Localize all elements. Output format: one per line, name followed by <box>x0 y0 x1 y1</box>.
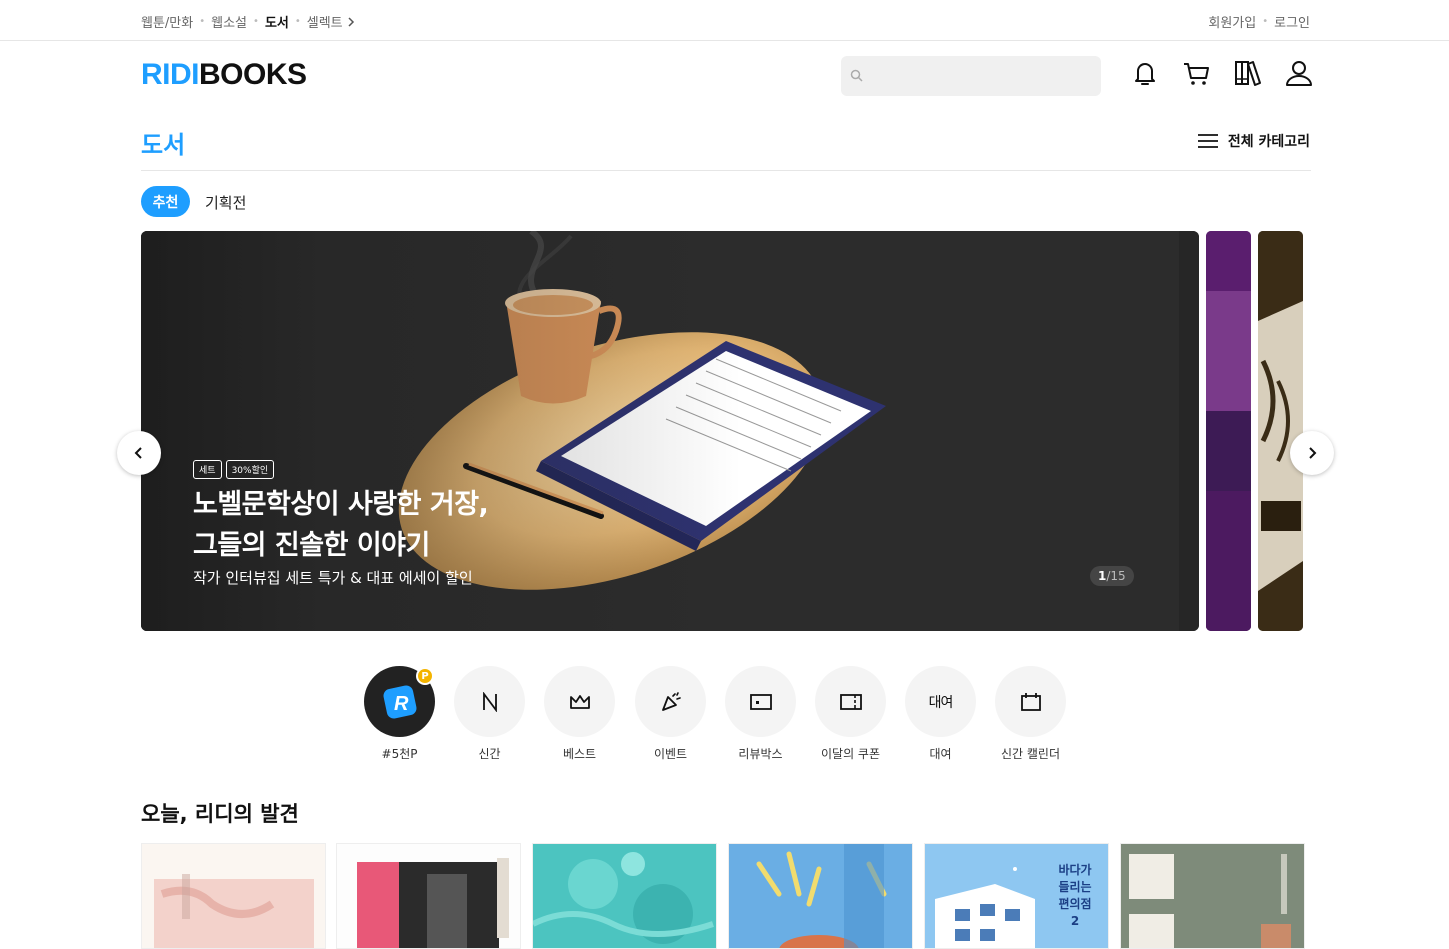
quick-menu-circle <box>995 666 1066 737</box>
banner-preview-art <box>1258 231 1303 631</box>
quick-menu-label: 베스트 <box>562 747 597 761</box>
nav-webnovel[interactable]: 웹소설 <box>211 12 247 31</box>
review-box-icon <box>749 693 772 710</box>
banner-title-line1: 노벨문학상이 사랑한 거장, <box>193 489 489 520</box>
quick-menu-label: 신간 <box>478 747 501 761</box>
separator-dot: • <box>199 16 206 27</box>
main-banner[interactable]: 세트 30%할인 노벨문학상이 사랑한 거장, 그들의 진솔한 이야기 작가 인… <box>141 231 1199 631</box>
coupon-icon <box>839 693 862 710</box>
search-box[interactable] <box>841 56 1101 96</box>
book-cover-art <box>142 844 325 948</box>
rental-icon: 대여 <box>928 694 954 711</box>
bell-icon[interactable] <box>1130 58 1160 88</box>
book-cover-art <box>729 844 912 948</box>
quick-menu-label: 대여 <box>929 747 952 761</box>
book-cover-1[interactable] <box>141 843 326 949</box>
ridibooks-logo[interactable]: RIDIBOOKS <box>141 58 307 92</box>
quick-menu-calendar[interactable]: 신간 캘린더 <box>995 666 1066 762</box>
quick-menu-best[interactable]: 베스트 <box>544 666 615 762</box>
separator-dot: • <box>294 16 301 27</box>
quick-menu-new[interactable]: 신간 <box>454 666 525 762</box>
book-cover-4[interactable] <box>728 843 913 949</box>
page-title: 도서 <box>141 131 186 159</box>
signup-link[interactable]: 회원가입 <box>1208 12 1256 31</box>
account-nav: 회원가입 • 로그인 <box>1208 12 1310 31</box>
logo-books-text: BOOKS <box>199 58 307 91</box>
quick-menu-circle <box>454 666 525 737</box>
book-cover-art <box>337 844 520 948</box>
section-divider <box>141 170 1311 171</box>
quick-menu-label: 이벤트 <box>653 747 688 761</box>
separator-dot: • <box>253 16 259 27</box>
next-banner-preview-2[interactable] <box>1258 231 1303 631</box>
chevron-right-icon <box>348 16 354 27</box>
book-cover-2[interactable] <box>336 843 521 949</box>
banner-next-button[interactable] <box>1290 431 1334 475</box>
book-cover-3[interactable] <box>532 843 717 949</box>
service-nav: 웹툰/만화 • 웹소설 • 도서 • 셀렉트 <box>141 12 355 31</box>
ridi-point-icon: R <box>383 685 416 718</box>
svg-text:R: R <box>394 693 409 715</box>
logo-ridi-text: RIDI <box>141 58 200 91</box>
nav-select[interactable]: 셀렉트 <box>307 12 343 31</box>
tab-recommend[interactable]: 추천 <box>141 186 190 217</box>
user-icon[interactable] <box>1284 58 1314 88</box>
quick-menu-event[interactable]: 이벤트 <box>635 666 706 762</box>
separator-dot: • <box>1262 16 1269 27</box>
book-cover-art <box>1121 844 1304 948</box>
library-icon[interactable] <box>1233 58 1263 88</box>
quick-menu-label: 신간 캘린더 <box>1000 747 1060 761</box>
tab-exhibition[interactable]: 기획전 <box>205 192 246 213</box>
cart-icon[interactable] <box>1182 58 1212 88</box>
quick-menu-label: 리뷰박스 <box>738 747 783 761</box>
menu-icon <box>1197 134 1218 148</box>
book-cover-art <box>533 844 716 948</box>
discovery-section-title: 오늘, 리디의 발견 <box>141 802 299 826</box>
banner-prev-button[interactable] <box>117 431 161 475</box>
quick-menu-label: 이달의 쿠폰 <box>820 747 880 761</box>
all-category-button[interactable]: 전체 카테고리 <box>1197 131 1310 151</box>
party-icon <box>661 691 681 711</box>
book-title-text: 바다가 들리는 편의점 2 <box>1058 863 1092 928</box>
calendar-icon <box>1020 692 1041 711</box>
quick-menu-circle <box>544 666 615 737</box>
new-icon <box>482 691 497 712</box>
crown-icon <box>569 694 590 709</box>
search-input[interactable] <box>869 56 1095 96</box>
chevron-left-icon <box>134 447 142 459</box>
banner-counter: 1/15 <box>1090 566 1134 586</box>
banner-title-line2: 그들의 진솔한 이야기 <box>193 530 430 561</box>
quick-menu-rental[interactable]: 대여 대여 <box>905 666 976 762</box>
banner-counter-total: /15 <box>1106 569 1126 583</box>
all-category-label: 전체 카테고리 <box>1227 134 1310 150</box>
quick-menu-review-box[interactable]: 리뷰박스 <box>725 666 796 762</box>
search-icon <box>850 69 863 82</box>
chevron-right-icon <box>1309 447 1317 459</box>
login-link[interactable]: 로그인 <box>1274 12 1310 31</box>
top-nav-bar: 웹툰/만화 • 웹소설 • 도서 • 셀렉트 회원가입 • 로그인 <box>0 0 1449 41</box>
quick-menu-coupon[interactable]: 이달의 쿠폰 <box>815 666 886 762</box>
banner-badges: 세트 30%할인 <box>193 460 275 479</box>
banner-title: 노벨문학상이 사랑한 거장, 그들의 진솔한 이야기 <box>193 484 489 566</box>
quick-menu-circle: R P <box>364 666 435 737</box>
point-badge: P <box>416 667 434 685</box>
next-banner-preview[interactable] <box>1206 231 1251 631</box>
book-cover-5[interactable]: 바다가 들리는 편의점 2 <box>924 843 1109 949</box>
book-cover-6[interactable] <box>1120 843 1305 949</box>
quick-menu-circle <box>635 666 706 737</box>
badge-discount: 30%할인 <box>225 460 275 479</box>
quick-menu-circle <box>815 666 886 737</box>
banner-preview-art <box>1206 231 1251 631</box>
banner-subtitle: 작가 인터뷰집 세트 특가 & 대표 에세이 할인 <box>193 569 473 587</box>
quick-menu-circle: 대여 <box>905 666 976 737</box>
nav-books[interactable]: 도서 <box>265 12 289 31</box>
quick-menu-point[interactable]: R P #5천P <box>364 666 435 762</box>
nav-webtoon[interactable]: 웹툰/만화 <box>141 12 193 31</box>
quick-menu-label: #5천P <box>381 747 418 761</box>
badge-set: 세트 <box>193 460 222 479</box>
quick-menu-circle <box>725 666 796 737</box>
